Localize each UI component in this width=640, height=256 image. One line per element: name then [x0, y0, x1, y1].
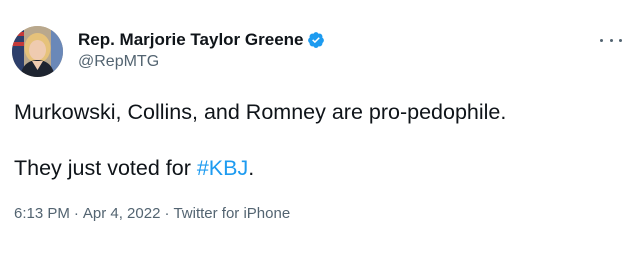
- author-handle[interactable]: @RepMTG: [78, 51, 325, 73]
- verified-badge-icon: [307, 31, 325, 49]
- hashtag-link[interactable]: #KBJ: [197, 156, 248, 180]
- author-row: Rep. Marjorie Taylor Greene: [78, 29, 325, 51]
- more-options-icon[interactable]: [600, 36, 622, 44]
- tweet-text-line1: Murkowski, Collins, and Romney are pro-p…: [14, 100, 507, 124]
- more-dot: [619, 38, 622, 42]
- tweet-text-prefix: They just voted for: [14, 156, 197, 180]
- tweet-text-line2: They just voted for #KBJ.: [14, 154, 254, 182]
- tweet-text-suffix: .: [248, 156, 255, 180]
- tweet-source: Twitter for iPhone: [173, 205, 291, 222]
- more-dot: [609, 38, 613, 42]
- meta-separator: ·: [73, 205, 79, 222]
- meta-separator: ·: [164, 205, 170, 222]
- tweet-time[interactable]: 6:13 PM: [14, 205, 70, 222]
- tweet-header: Rep. Marjorie Taylor Greene @RepMTG: [78, 29, 325, 73]
- tweet-card: Rep. Marjorie Taylor Greene @RepMTG Murk…: [0, 0, 640, 256]
- tweet-metadata: 6:13 PM · Apr 4, 2022 · Twitter for iPhone: [14, 204, 290, 224]
- more-dot: [600, 38, 603, 42]
- avatar[interactable]: [12, 26, 63, 77]
- avatar-image: [12, 26, 63, 77]
- tweet-date[interactable]: Apr 4, 2022: [83, 205, 161, 222]
- author-name[interactable]: Rep. Marjorie Taylor Greene: [78, 29, 303, 51]
